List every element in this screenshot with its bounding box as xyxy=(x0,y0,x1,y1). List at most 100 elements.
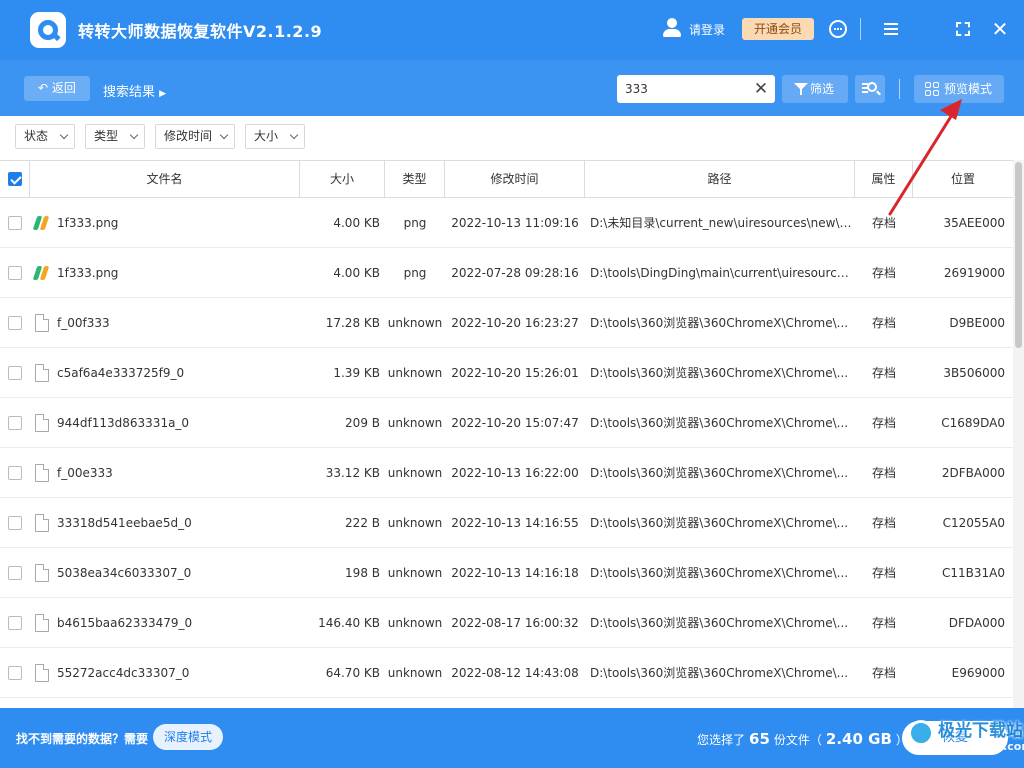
preview-mode-button[interactable]: 预览模式 xyxy=(914,75,1004,103)
login-link[interactable]: 请登录 xyxy=(689,21,725,38)
toolbar-divider xyxy=(899,79,900,99)
row-checkbox[interactable] xyxy=(8,416,22,430)
table-row[interactable]: 33318d541eebae5d_0 222 B unknown 2022-10-13… xyxy=(0,498,1013,548)
row-checkbox[interactable] xyxy=(8,366,22,380)
watermark-url: www.xz7.com xyxy=(948,740,1024,753)
cell-path: D:\tools\360浏览器\360ChromeX\Chrome\... xyxy=(590,366,849,380)
cell-size: 17.28 KB xyxy=(325,316,380,330)
cell-position: C12055A0 xyxy=(942,516,1005,530)
cell-path: D:\tools\360浏览器\360ChromeX\Chrome\... xyxy=(590,666,849,680)
cell-mtime: 2022-10-20 15:07:47 xyxy=(451,416,579,430)
feedback-icon[interactable] xyxy=(826,17,850,41)
cell-type: unknown xyxy=(387,516,443,530)
cell-name: f_00f333 xyxy=(57,316,110,330)
back-button[interactable]: ↶ 返回 xyxy=(24,76,90,101)
row-checkbox[interactable] xyxy=(8,266,22,280)
cell-path: D:\tools\DingDing\main\current\uiresourc… xyxy=(590,266,852,280)
cell-type: png xyxy=(403,216,427,230)
cell-mtime: 2022-08-17 16:00:32 xyxy=(451,616,579,630)
title-bar: 转转大师数据恢复软件V2.1.2.9 请登录 开通会员 ✕ xyxy=(0,0,1024,60)
select-all-checkbox[interactable] xyxy=(8,172,22,186)
cell-position: C11B31A0 xyxy=(942,566,1005,580)
selection-count: 65 xyxy=(749,730,770,748)
mtime-dropdown-label: 修改时间 xyxy=(164,129,213,143)
table-row[interactable]: b4615baa62333479_0 146.40 KB unknown 2022-0… xyxy=(0,598,1013,648)
cell-name: 55272acc4dc33307_0 xyxy=(57,666,190,680)
table-row[interactable]: c5af6a4e333725f9_0 1.39 KB unknown 2022-10-… xyxy=(0,348,1013,398)
list-search-button[interactable] xyxy=(855,75,885,103)
mtime-dropdown[interactable]: 修改时间 xyxy=(155,124,235,149)
col-header-path[interactable]: 路径 xyxy=(585,161,855,198)
menu-icon[interactable] xyxy=(879,17,903,41)
file-icon xyxy=(35,364,49,382)
file-icon xyxy=(35,564,49,582)
cell-attr: 存档 xyxy=(871,216,896,230)
table-row[interactable]: f_00e333 33.12 KB unknown 2022-10-13 16:22:… xyxy=(0,448,1013,498)
user-icon[interactable] xyxy=(662,18,682,38)
col-header-size[interactable]: 大小 xyxy=(300,161,385,198)
table-row[interactable]: 5038ea34c6033307_0 198 B unknown 2022-10-13… xyxy=(0,548,1013,598)
file-icon xyxy=(35,314,49,332)
file-icon xyxy=(35,414,49,432)
cell-type: png xyxy=(403,266,427,280)
chevron-down-icon xyxy=(219,130,229,140)
file-icon xyxy=(35,664,49,682)
footer-hint: 找不到需要的数据？需要 xyxy=(16,732,149,746)
size-dropdown[interactable]: 大小 xyxy=(245,124,305,149)
cell-type: unknown xyxy=(387,416,443,430)
table-row[interactable]: 1f333.png 4.00 KB png 2022-07-28 09:28:16 D:… xyxy=(0,248,1013,298)
breadcrumb[interactable]: 搜索结果 ▶ xyxy=(103,81,166,100)
scrollbar-thumb[interactable] xyxy=(1015,162,1022,348)
cell-mtime: 2022-10-13 11:09:16 xyxy=(451,216,579,230)
maximize-icon[interactable] xyxy=(951,17,975,41)
table-row[interactable]: 55272acc4dc33307_0 64.70 KB unknown 2022-08… xyxy=(0,648,1013,698)
cell-path: D:\tools\360浏览器\360ChromeX\Chrome\... xyxy=(590,416,849,430)
table-row[interactable]: 1f333.png 4.00 KB png 2022-10-13 11:09:16 D:… xyxy=(0,198,1013,248)
cell-name: 1f333.png xyxy=(57,266,119,280)
row-checkbox[interactable] xyxy=(8,516,22,530)
cell-path: D:\tools\360浏览器\360ChromeX\Chrome\... xyxy=(590,466,849,480)
cell-mtime: 2022-10-13 14:16:18 xyxy=(451,566,579,580)
vip-button[interactable]: 开通会员 xyxy=(742,18,814,40)
clear-search-icon[interactable]: ✕ xyxy=(753,79,769,99)
cell-type: unknown xyxy=(387,316,443,330)
selection-prefix: 您选择了 xyxy=(697,733,746,747)
search-box: ✕ xyxy=(617,75,775,103)
table-row[interactable]: 944df113d863331a_0 209 B unknown 2022-10-20… xyxy=(0,398,1013,448)
cell-attr: 存档 xyxy=(871,616,896,630)
filter-button[interactable]: 筛选 xyxy=(782,75,848,103)
file-icon xyxy=(35,464,49,482)
row-checkbox[interactable] xyxy=(8,616,22,630)
cell-type: unknown xyxy=(387,666,443,680)
selection-summary: 您选择了65份文件（2.40 GB） xyxy=(697,730,908,748)
cell-size: 64.70 KB xyxy=(325,666,380,680)
deep-mode-button[interactable]: 深度模式 xyxy=(153,724,223,750)
row-checkbox[interactable] xyxy=(8,666,22,680)
table-row[interactable]: f_00f333 17.28 KB unknown 2022-10-20 16:23:… xyxy=(0,298,1013,348)
status-dropdown[interactable]: 状态 xyxy=(15,124,75,149)
col-header-name[interactable]: 文件名 xyxy=(30,161,300,198)
type-dropdown[interactable]: 类型 xyxy=(85,124,145,149)
search-input[interactable] xyxy=(625,75,755,103)
scrollbar[interactable] xyxy=(1013,160,1024,708)
file-icon xyxy=(35,514,49,532)
col-header-type[interactable]: 类型 xyxy=(385,161,445,198)
row-checkbox[interactable] xyxy=(8,216,22,230)
col-header-position[interactable]: 位置 xyxy=(913,161,1013,198)
close-icon[interactable]: ✕ xyxy=(988,17,1012,41)
cell-path: D:\tools\360浏览器\360ChromeX\Chrome\... xyxy=(590,616,849,630)
cell-name: 33318d541eebae5d_0 xyxy=(57,516,192,530)
cell-size: 198 B xyxy=(345,566,380,580)
cell-size: 209 B xyxy=(345,416,380,430)
cell-attr: 存档 xyxy=(871,416,896,430)
site-watermark: 极光下载站 www.xz7.com xyxy=(908,712,1024,764)
app-title: 转转大师数据恢复软件V2.1.2.9 xyxy=(78,22,323,41)
row-checkbox[interactable] xyxy=(8,566,22,580)
row-checkbox[interactable] xyxy=(8,316,22,330)
row-checkbox[interactable] xyxy=(8,466,22,480)
table-header: 文件名 大小 类型 修改时间 路径 属性 位置 xyxy=(0,160,1013,198)
col-header-mtime[interactable]: 修改时间 xyxy=(445,161,585,198)
col-header-attr[interactable]: 属性 xyxy=(855,161,913,198)
cell-type: unknown xyxy=(387,466,443,480)
cell-mtime: 2022-10-20 16:23:27 xyxy=(451,316,579,330)
